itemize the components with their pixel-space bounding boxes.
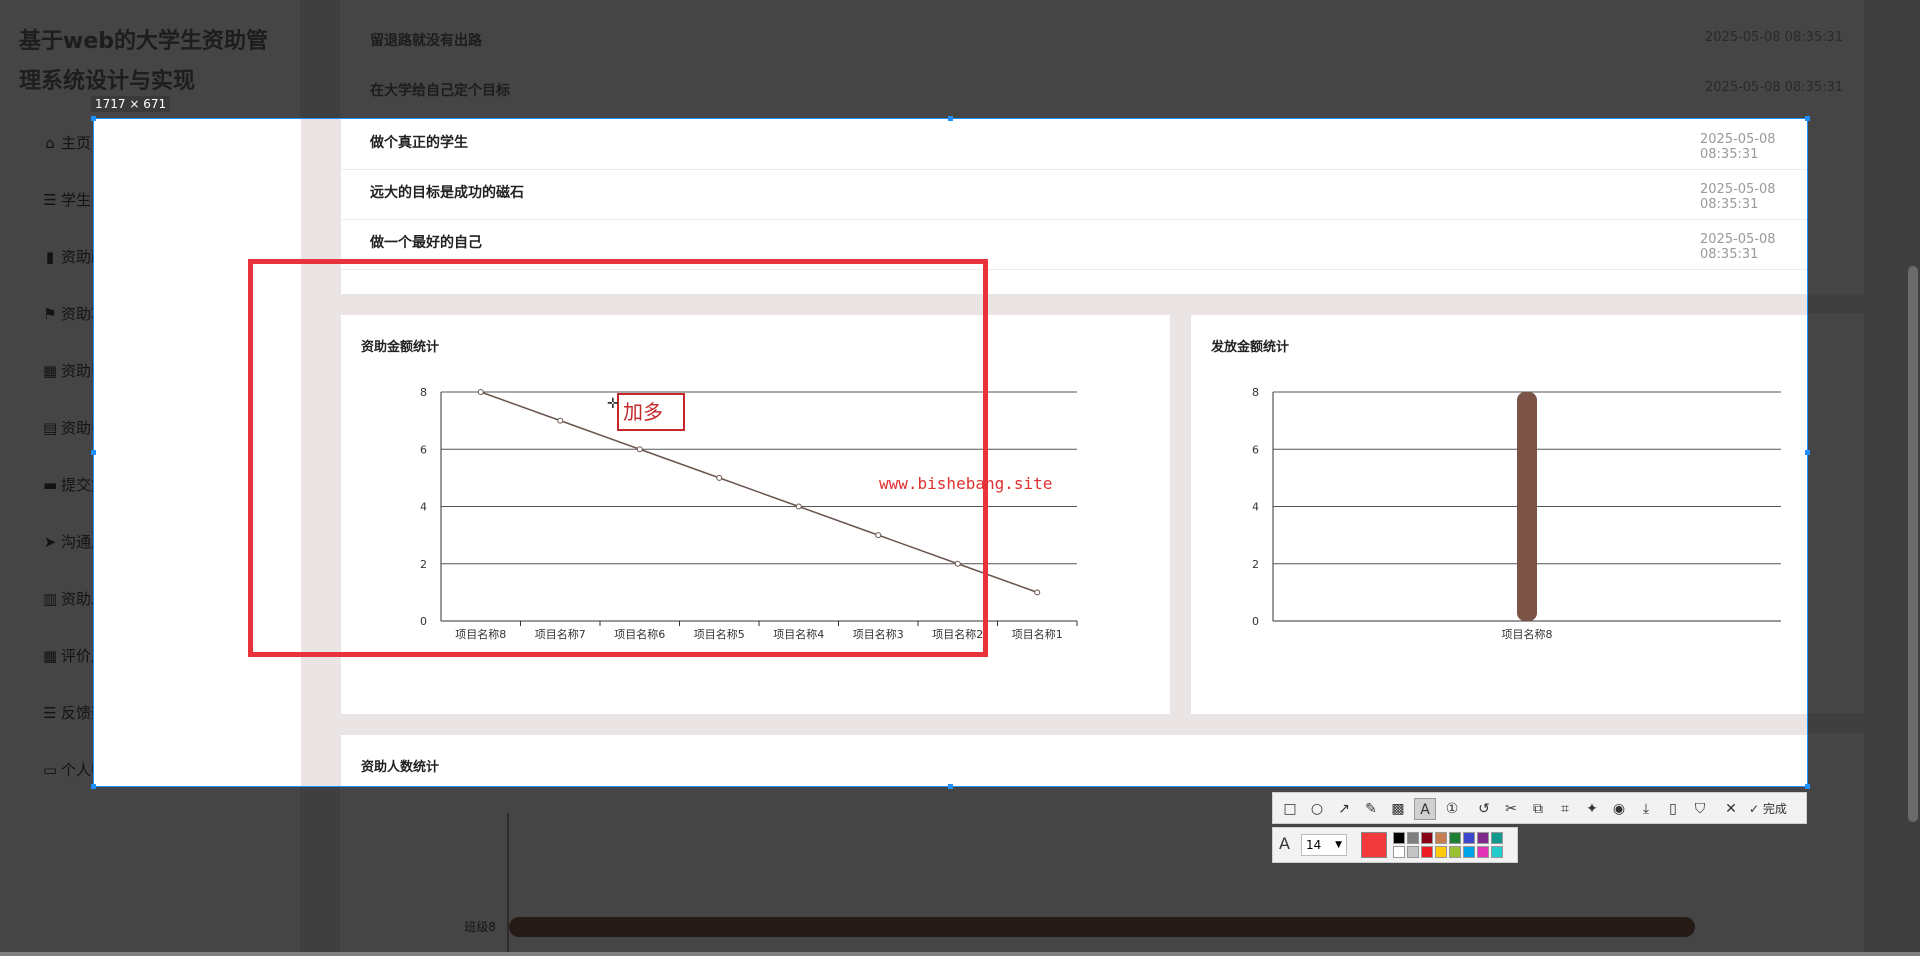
font-icon: A — [1279, 834, 1290, 853]
page-scrollbar[interactable] — [1908, 266, 1918, 822]
mosaic-icon[interactable]: ▩ — [1387, 798, 1409, 820]
watermark: www.bishebang.site — [879, 474, 1053, 493]
color-swatch[interactable] — [1491, 832, 1503, 844]
resize-handle[interactable] — [1805, 784, 1810, 789]
color-swatch[interactable] — [1435, 846, 1447, 858]
payout-amount-card: 发放金额统计 0 2 4 6 8 项目名称8 — [1191, 315, 1807, 714]
color-swatch[interactable] — [1435, 832, 1447, 844]
screenshot-toolbar: □ ○ ↗ ✎ ▩ A ① ↺ ✂ ⧉ ⌗ ✦ ◉ ⤓ ▯ ⛉ ✕ ✓ 完成 — [1272, 792, 1807, 824]
color-swatch[interactable] — [1393, 832, 1405, 844]
font-size-select[interactable]: 14 ▼ — [1301, 834, 1347, 856]
undo-icon[interactable]: ↺ — [1473, 798, 1495, 820]
dim-overlay — [1808, 118, 1920, 787]
y-tick-label: 2 — [1252, 558, 1259, 571]
crosshair-cursor-icon: ✛ — [607, 396, 619, 412]
current-color-swatch[interactable] — [1361, 832, 1387, 858]
check-icon: ✓ — [1749, 802, 1763, 816]
notice-title: 远大的目标是成功的磁石 — [370, 185, 524, 201]
resize-handle[interactable] — [91, 450, 96, 455]
resize-handle[interactable] — [948, 116, 953, 121]
resize-handle[interactable] — [91, 116, 96, 121]
y-tick-label: 4 — [1252, 501, 1259, 514]
text-style-bar: A 14 ▼ — [1272, 827, 1518, 863]
scissors-icon[interactable]: ✂ — [1500, 798, 1522, 820]
notice-time: 2025-05-08 08:35:31 — [1700, 232, 1776, 262]
people-count-card: 资助人数统计 — [341, 735, 1807, 786]
red-rectangle-annotation[interactable] — [248, 259, 988, 657]
done-button[interactable]: ✓ 完成 — [1749, 798, 1787, 820]
list-item[interactable]: 做个真正的学生 2025-05-08 08:35:31 — [341, 119, 1807, 170]
color-swatch[interactable] — [1463, 832, 1475, 844]
list-item[interactable]: 远大的目标是成功的磁石 2025-05-08 08:35:31 — [341, 169, 1807, 220]
resize-handle[interactable] — [948, 784, 953, 789]
phone-icon[interactable]: ▯ — [1662, 798, 1684, 820]
ocr-icon[interactable]: ⌗ — [1554, 798, 1576, 820]
color-swatch[interactable] — [1477, 846, 1489, 858]
y-tick-label: 6 — [1252, 443, 1259, 456]
x-tick-label: 项目名称1 — [1012, 627, 1063, 641]
color-swatch[interactable] — [1449, 846, 1461, 858]
download-icon[interactable]: ⤓ — [1635, 798, 1657, 820]
rect-icon[interactable]: □ — [1279, 798, 1301, 820]
done-label: 完成 — [1762, 802, 1787, 816]
y-tick-label: 0 — [1252, 615, 1259, 628]
color-swatch[interactable] — [1407, 846, 1419, 858]
number-icon[interactable]: ① — [1441, 798, 1463, 820]
notice-time: 2025-05-08 08:35:31 — [1700, 182, 1776, 212]
notice-title: 做个真正的学生 — [370, 135, 468, 151]
chevron-down-icon: ▼ — [1335, 840, 1342, 850]
copy-icon[interactable]: ⧉ — [1527, 798, 1549, 820]
ellipse-icon[interactable]: ○ — [1306, 798, 1328, 820]
selection-size-label: 1717 × 671 — [91, 96, 171, 112]
pin-icon[interactable]: ✦ — [1581, 798, 1603, 820]
color-swatch[interactable] — [1477, 832, 1489, 844]
color-swatch[interactable] — [1491, 846, 1503, 858]
color-swatch[interactable] — [1421, 832, 1433, 844]
close-icon[interactable]: ✕ — [1720, 798, 1742, 820]
color-swatch[interactable] — [1393, 846, 1405, 858]
text-icon[interactable]: A — [1414, 798, 1436, 820]
dim-overlay — [0, 0, 1920, 118]
resize-handle[interactable] — [1805, 116, 1810, 121]
color-swatch[interactable] — [1463, 846, 1475, 858]
resize-handle[interactable] — [1805, 450, 1810, 455]
resize-handle[interactable] — [91, 784, 96, 789]
data-point — [1034, 589, 1041, 596]
payout-bar-chart: 0 2 4 6 8 项目名称8 — [1252, 386, 1781, 641]
notice-time: 2025-05-08 08:35:31 — [1700, 132, 1776, 162]
color-swatch[interactable] — [1407, 832, 1419, 844]
card-title: 资助人数统计 — [361, 760, 440, 775]
bar — [1517, 392, 1537, 621]
color-swatch[interactable] — [1421, 846, 1433, 858]
font-size-value: 14 — [1306, 838, 1322, 852]
dim-overlay — [0, 118, 93, 787]
color-swatch[interactable] — [1449, 832, 1461, 844]
arrow-icon[interactable]: ↗ — [1333, 798, 1355, 820]
pen-icon[interactable]: ✎ — [1360, 798, 1382, 820]
record-icon[interactable]: ◉ — [1608, 798, 1630, 820]
bookmark-icon[interactable]: ⛉ — [1689, 798, 1711, 820]
x-tick-label: 项目名称8 — [1502, 627, 1553, 641]
annotation-text-input[interactable]: 加多 — [617, 393, 685, 431]
notice-title: 做一个最好的自己 — [370, 235, 482, 251]
y-tick-label: 8 — [1252, 386, 1259, 399]
